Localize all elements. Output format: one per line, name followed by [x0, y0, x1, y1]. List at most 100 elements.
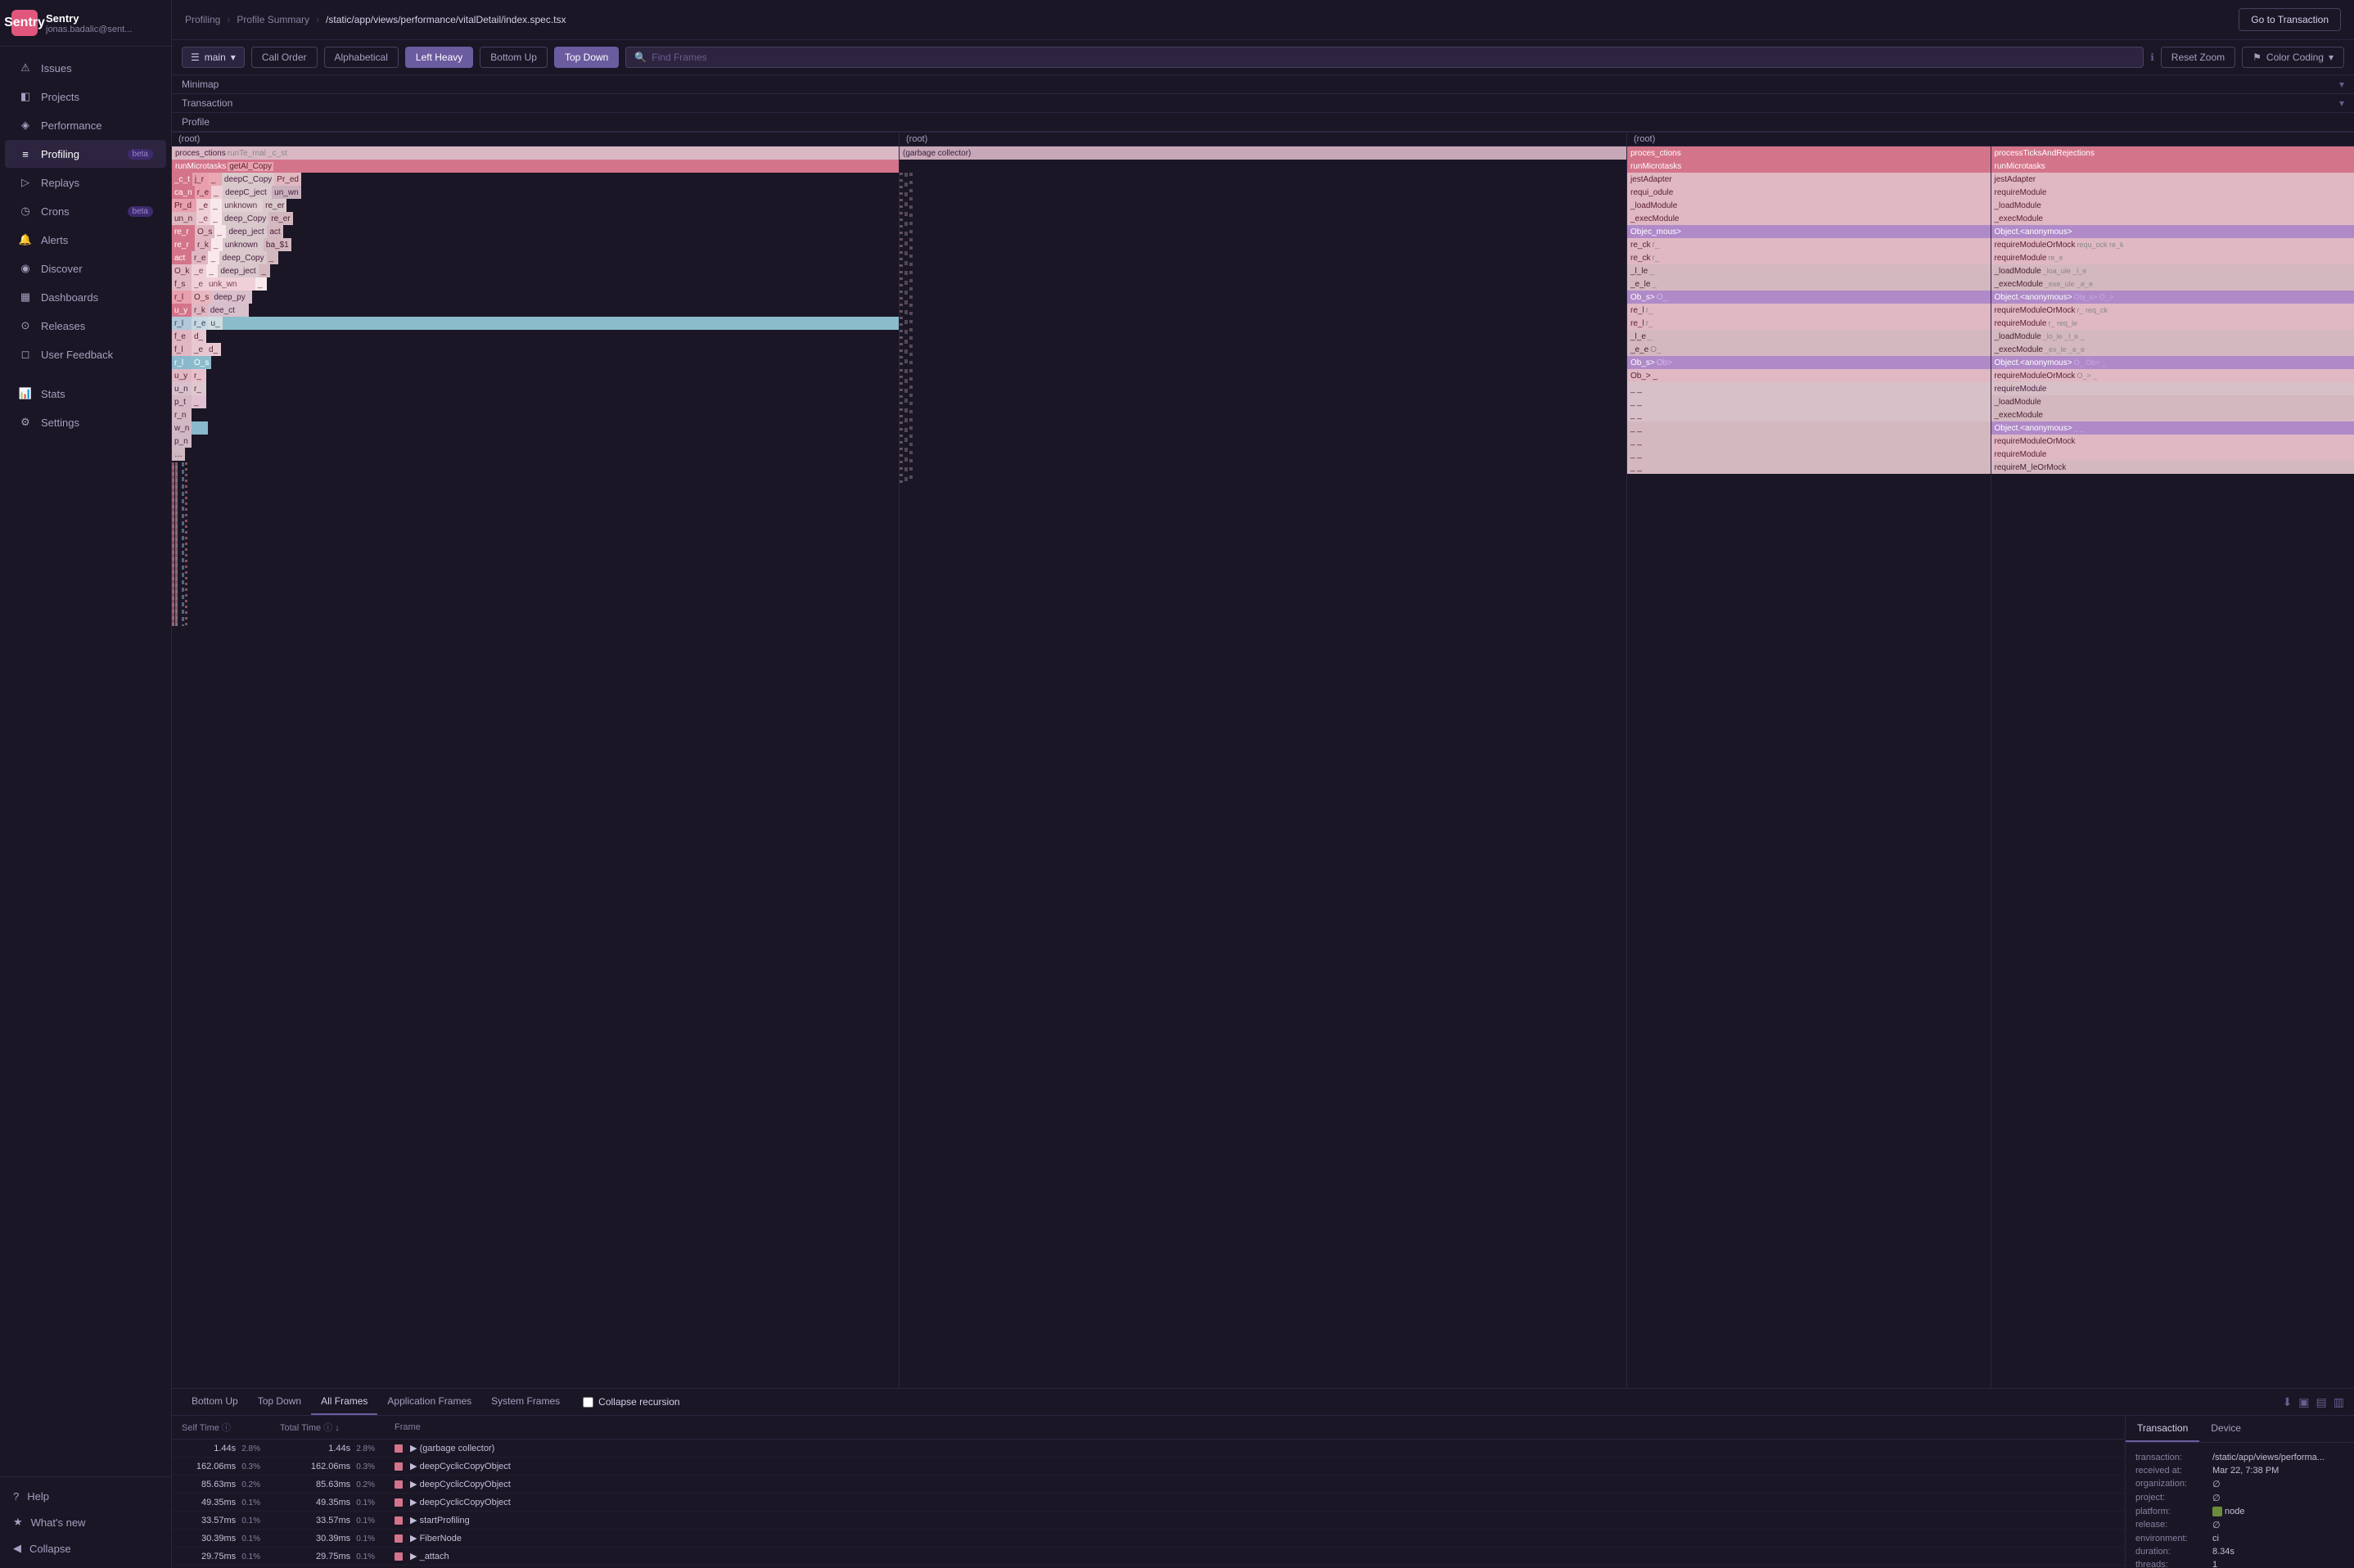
- whats-new-button[interactable]: ★ What's new: [0, 1509, 171, 1535]
- sidebar-footer: ? Help ★ What's new ◀ Collapse: [0, 1476, 171, 1568]
- sidebar-item-releases[interactable]: ⊙ Releases: [5, 312, 166, 340]
- sidebar-item-dashboards[interactable]: ▦ Dashboards: [5, 283, 166, 311]
- info-icon: ℹ: [2150, 52, 2154, 63]
- help-button[interactable]: ? Help: [0, 1484, 171, 1509]
- sidebar-item-label: Discover: [41, 263, 83, 275]
- breadcrumb-profile-summary[interactable]: Profile Summary: [237, 14, 309, 25]
- bottom-up-button[interactable]: Bottom Up: [480, 47, 548, 68]
- thread-name: main: [205, 52, 226, 63]
- table-row[interactable]: 1.44s 2.8% 1.44s 2.8% ▶ (garbage collect…: [172, 1440, 2125, 1458]
- p3r-r14: _loadModule _lo_le _l_e _: [1991, 330, 2354, 343]
- layout-icon-2[interactable]: ▤: [2316, 1395, 2327, 1409]
- bottom-tab-actions: ⬇ ▣ ▤ ▥: [2283, 1395, 2344, 1409]
- right-tab-transaction[interactable]: Transaction: [2126, 1416, 2199, 1442]
- cell-frame: ▶ (garbage collector): [385, 1440, 2125, 1458]
- table-row[interactable]: 85.63ms 0.2% 85.63ms 0.2% ▶ deepCyclicCo…: [172, 1476, 2125, 1494]
- sidebar-item-crons[interactable]: ◷ Crons beta: [5, 197, 166, 225]
- download-icon[interactable]: ⬇: [2283, 1395, 2293, 1409]
- tab-all-frames[interactable]: All Frames: [311, 1389, 377, 1415]
- breadcrumb-current-path: /static/app/views/performance/vitalDetai…: [326, 14, 566, 25]
- pane1-row-6: re_r O_s _ deep_ject act: [172, 225, 899, 238]
- pane1-row-0: proces_ctions runTe_rnal _c_st: [172, 146, 899, 160]
- go-to-transaction-button[interactable]: Go to Transaction: [2239, 8, 2341, 31]
- meta-row: received at:Mar 22, 7:38 PM: [2135, 1466, 2344, 1476]
- p3r-r11: Object.<anonymous> Obj_s> O_>: [1991, 291, 2354, 304]
- pane2-empty-1: [900, 160, 1626, 173]
- table-row[interactable]: 30.39ms 0.1% 30.39ms 0.1% ▶ FiberNode: [172, 1530, 2125, 1548]
- cell-total: 162.06ms 0.3%: [270, 1458, 385, 1476]
- p3r-r16: Object.<anonymous> O_ Ob> _: [1991, 356, 2354, 369]
- sidebar-item-replays[interactable]: ▷ Replays: [5, 169, 166, 196]
- whats-new-label: What's new: [31, 1516, 86, 1529]
- tab-top-down[interactable]: Top Down: [248, 1389, 311, 1415]
- help-label: Help: [27, 1490, 49, 1503]
- sidebar-item-stats[interactable]: 📊 Stats: [5, 380, 166, 408]
- releases-icon: ⊙: [18, 318, 33, 333]
- sidebar-item-issues[interactable]: ⚠ Issues: [5, 54, 166, 82]
- sidebar-item-settings[interactable]: ⚙ Settings: [5, 408, 166, 436]
- cell-total: 49.35ms 0.1%: [270, 1494, 385, 1512]
- table-row[interactable]: 33.57ms 0.1% 33.57ms 0.1% ▶ startProfili…: [172, 1512, 2125, 1530]
- cell-self: 29.75ms 0.1%: [172, 1548, 270, 1566]
- p3r-r21: Object.<anonymous> _ _: [1991, 421, 2354, 435]
- reset-zoom-button[interactable]: Reset Zoom: [2161, 47, 2235, 68]
- sentry-logo: Sentry: [11, 10, 38, 36]
- p3l-r8: re_ck r_: [1627, 251, 1991, 264]
- table-row[interactable]: 162.06ms 0.3% 162.06ms 0.3% ▶ deepCyclic…: [172, 1458, 2125, 1476]
- table-row[interactable]: 29.75ms 0.1% 29.75ms 0.1% ▶ _attach: [172, 1548, 2125, 1566]
- toolbar: ☰ main ▾ Call Order Alphabetical Left He…: [172, 40, 2354, 75]
- p3l-r21: _ _: [1627, 421, 1991, 435]
- tab-application-frames[interactable]: Application Frames: [377, 1389, 481, 1415]
- stats-icon: 📊: [18, 386, 33, 401]
- left-heavy-button[interactable]: Left Heavy: [405, 47, 473, 68]
- p3r-r23: requireModule: [1991, 448, 2354, 461]
- main-content: Profiling › Profile Summary › /static/ap…: [172, 0, 2354, 1568]
- pane1-row-12: u_y r_k dee_ct: [172, 304, 899, 317]
- p3l-r9: _l_le _: [1627, 264, 1991, 277]
- meta-row: environment:ci: [2135, 1534, 2344, 1543]
- meta-val: Mar 22, 7:38 PM: [2212, 1466, 2279, 1476]
- layout-icon-1[interactable]: ▣: [2298, 1395, 2309, 1409]
- breadcrumb-profiling[interactable]: Profiling: [185, 14, 220, 25]
- platform-icon: [2212, 1507, 2222, 1516]
- transaction-section[interactable]: Transaction ▾: [172, 94, 2354, 113]
- crons-icon: ◷: [18, 204, 33, 219]
- sidebar-item-user-feedback[interactable]: ◻ User Feedback: [5, 340, 166, 368]
- tab-bottom-up[interactable]: Bottom Up: [182, 1389, 248, 1415]
- help-icon: ?: [13, 1490, 19, 1503]
- breadcrumb-sep-1: ›: [227, 14, 230, 25]
- profile-section[interactable]: Profile: [172, 113, 2354, 132]
- color-coding-button[interactable]: ⚑ Color Coding ▾: [2242, 47, 2344, 68]
- sidebar-item-alerts[interactable]: 🔔 Alerts: [5, 226, 166, 254]
- cell-frame: ▶ deepCyclicCopyObject: [385, 1458, 2125, 1476]
- profiler-sections: Minimap ▾ Transaction ▾ Profile: [172, 75, 2354, 133]
- bottom-panel: Bottom Up Top Down All Frames Applicatio…: [172, 1388, 2354, 1568]
- meta-key: received at:: [2135, 1466, 2209, 1476]
- right-panel: Transaction Device transaction:/static/a…: [2125, 1416, 2354, 1568]
- tab-system-frames[interactable]: System Frames: [481, 1389, 570, 1415]
- alphabetical-button[interactable]: Alphabetical: [324, 47, 399, 68]
- meta-val: /static/app/views/performa...: [2212, 1453, 2325, 1462]
- sidebar-item-projects[interactable]: ◧ Projects: [5, 83, 166, 110]
- sidebar-item-profiling[interactable]: ≡ Profiling beta: [5, 140, 166, 168]
- table-row[interactable]: 49.35ms 0.1% 49.35ms 0.1% ▶ deepCyclicCo…: [172, 1494, 2125, 1512]
- layout-icon-3[interactable]: ▥: [2334, 1395, 2344, 1409]
- pane1-row-9: O_k _e _ deep_ject _: [172, 264, 899, 277]
- collapse-recursion-checkbox[interactable]: [583, 1397, 593, 1408]
- sidebar-item-performance[interactable]: ◈ Performance: [5, 111, 166, 139]
- flame-chart-area[interactable]: (root) (root) (root) proces_ctions runTe…: [172, 133, 2354, 1388]
- search-input[interactable]: [652, 52, 2135, 63]
- right-tab-device[interactable]: Device: [2199, 1416, 2253, 1442]
- collapse-button[interactable]: ◀ Collapse: [0, 1535, 171, 1561]
- p3r-r2: jestAdapter: [1991, 173, 2354, 186]
- cell-self: 30.39ms 0.1%: [172, 1530, 270, 1548]
- call-order-button[interactable]: Call Order: [251, 47, 318, 68]
- minimap-section[interactable]: Minimap ▾: [172, 75, 2354, 94]
- pane1-highlighted-row: r_l r_e u_: [172, 317, 899, 330]
- top-down-button[interactable]: Top Down: [554, 47, 619, 68]
- sidebar-item-discover[interactable]: ◉ Discover: [5, 255, 166, 282]
- p3r-r20: _execModule: [1991, 408, 2354, 421]
- p3l-r20: _ _: [1627, 408, 1991, 421]
- thread-select[interactable]: ☰ main ▾: [182, 47, 245, 68]
- user-feedback-icon: ◻: [18, 347, 33, 362]
